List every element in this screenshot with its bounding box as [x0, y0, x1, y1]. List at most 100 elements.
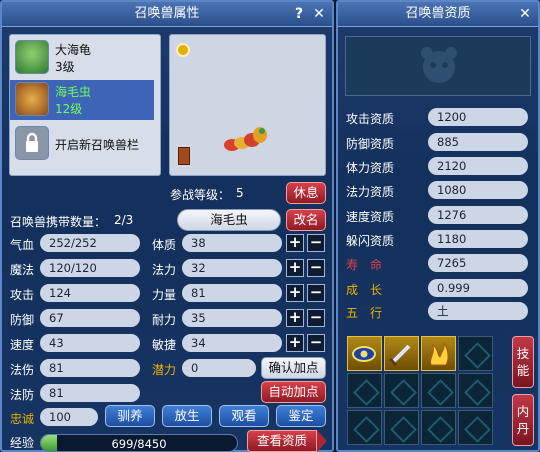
- aptitude-label-atk: 攻击资质: [346, 112, 395, 126]
- str-value: 81: [182, 284, 282, 302]
- skills-tab-button[interactable]: 技能: [512, 336, 534, 388]
- pet-list: 大海龟 3级 海毛虫 12级 开启新召唤兽栏: [9, 34, 161, 176]
- pet-list-item-turtle[interactable]: 大海龟 3级: [13, 38, 151, 78]
- inner-dan-tab-label: 内丹: [516, 404, 530, 436]
- pet-name: 大海龟: [55, 43, 92, 57]
- atk-value: 124: [40, 284, 140, 302]
- str-minus-button[interactable]: −: [307, 284, 325, 302]
- help-icon[interactable]: ?: [290, 5, 308, 23]
- con-label: 体质: [152, 238, 177, 252]
- pet-level: 3级: [55, 60, 75, 74]
- pet-level: 12级: [55, 102, 83, 116]
- growth-value: 0.999: [428, 279, 528, 297]
- exp-value: 699/8450: [111, 437, 167, 451]
- aptitude-label-spd: 速度资质: [346, 210, 395, 224]
- release-button[interactable]: 放生: [162, 405, 212, 427]
- aptitude-label-dodge: 躲闪资质: [346, 234, 395, 248]
- sword-skill-icon[interactable]: [384, 336, 419, 371]
- inner-dan-tab-button[interactable]: 内丹: [512, 394, 534, 446]
- close-icon[interactable]: ✕: [310, 5, 328, 23]
- mag-minus-button[interactable]: −: [307, 259, 325, 277]
- skill-slot[interactable]: [458, 410, 493, 445]
- con-minus-button[interactable]: −: [307, 234, 325, 252]
- window-title: 召唤兽属性: [134, 6, 200, 21]
- aptitude-value-hp: 2120: [428, 157, 528, 175]
- skill-slot[interactable]: [347, 373, 382, 408]
- end-plus-button[interactable]: +: [286, 309, 304, 327]
- end-minus-button[interactable]: −: [307, 309, 325, 327]
- pet-portrait-panel: [345, 36, 531, 96]
- unlock-pet-slot[interactable]: 开启新召唤兽栏: [13, 124, 151, 164]
- close-icon[interactable]: ✕: [516, 5, 534, 23]
- tame-button[interactable]: 驯养: [105, 405, 155, 427]
- lifespan-value: 7265: [428, 254, 528, 272]
- confirm-points-button[interactable]: 确认加点: [261, 357, 326, 379]
- title-bar[interactable]: 召唤兽属性 ? ✕: [2, 2, 332, 27]
- skills-tab-label: 技能: [516, 346, 530, 378]
- flame-skill-icon[interactable]: [421, 336, 456, 371]
- skill-slot[interactable]: [421, 373, 456, 408]
- spd-value: 43: [40, 334, 140, 352]
- book-icon: [178, 147, 190, 165]
- rename-button[interactable]: 改名: [286, 209, 326, 231]
- aptitude-value-atk: 1200: [428, 108, 528, 126]
- unlock-label: 开启新召唤兽栏: [55, 138, 140, 152]
- skill-slot[interactable]: [384, 373, 419, 408]
- def-value: 67: [40, 309, 140, 327]
- agi-label: 敏捷: [152, 338, 177, 352]
- rest-button[interactable]: 休息: [286, 182, 326, 204]
- str-plus-button[interactable]: +: [286, 284, 304, 302]
- pet-name-field[interactable]: 海毛虫: [177, 209, 281, 231]
- con-plus-button[interactable]: +: [286, 234, 304, 252]
- pet-list-item-caterpillar[interactable]: 海毛虫 12级: [10, 80, 154, 120]
- hp-label: 气血: [10, 238, 35, 252]
- exp-bar: 699/8450: [40, 434, 238, 452]
- skill-slot[interactable]: [458, 336, 493, 371]
- pet-aptitude-window: 召唤兽资质 ✕ 攻击资质 1200 防御资质 885 体力资质 2120 法力资…: [336, 0, 540, 452]
- skill-slot[interactable]: [421, 410, 456, 445]
- window-title: 召唤兽资质: [405, 6, 471, 21]
- exp-label: 经验: [10, 436, 35, 450]
- eye-skill-icon[interactable]: [347, 336, 382, 371]
- mdmg-value: 81: [40, 359, 140, 377]
- carry-value: 2/3: [114, 213, 134, 227]
- agi-minus-button[interactable]: −: [307, 334, 325, 352]
- auto-points-button[interactable]: 自动加点: [261, 381, 326, 403]
- mp-value: 120/120: [40, 259, 140, 277]
- mag-label: 法力: [152, 263, 177, 277]
- rotate-icon[interactable]: [176, 43, 190, 57]
- end-value: 35: [182, 309, 282, 327]
- caterpillar-model-icon: [224, 127, 267, 151]
- con-value: 38: [182, 234, 282, 252]
- view-aptitude-button[interactable]: 查看资质: [247, 430, 317, 452]
- pet-name: 海毛虫: [55, 85, 92, 99]
- exp-bar-fill: [41, 435, 58, 451]
- panda-silhouette-icon: [421, 47, 457, 83]
- aptitude-label-mag: 法力资质: [346, 185, 395, 199]
- pet-attributes-window: 召唤兽属性 ? ✕ 大海龟 3级 海毛虫 12级 开启新召唤兽栏 参战等级： 5: [0, 0, 334, 452]
- def-label: 防御: [10, 313, 35, 327]
- mag-plus-button[interactable]: +: [286, 259, 304, 277]
- caterpillar-avatar-icon: [15, 82, 49, 116]
- mp-label: 魔法: [10, 263, 35, 277]
- pet-preview: [169, 34, 326, 176]
- element-label: 五 行: [346, 306, 383, 320]
- loyalty-label: 忠诚: [10, 412, 35, 426]
- growth-label: 成 长: [346, 283, 383, 297]
- skill-slot[interactable]: [384, 410, 419, 445]
- carry-label: 召唤兽携带数量：: [10, 215, 107, 229]
- skill-slot[interactable]: [347, 410, 382, 445]
- battle-level-label: 参战等级：: [170, 188, 231, 202]
- arrow-right-icon: [317, 430, 327, 452]
- watch-button[interactable]: 观看: [219, 405, 269, 427]
- appraise-button[interactable]: 鉴定: [276, 405, 326, 427]
- loyalty-value: 100: [40, 408, 98, 426]
- agi-plus-button[interactable]: +: [286, 334, 304, 352]
- agi-value: 34: [182, 334, 282, 352]
- skill-slot[interactable]: [458, 373, 493, 408]
- mdef-label: 法防: [10, 388, 35, 402]
- aptitude-value-mag: 1080: [428, 181, 528, 199]
- mdmg-label: 法伤: [10, 363, 35, 377]
- title-bar[interactable]: 召唤兽资质 ✕: [338, 2, 538, 27]
- aptitude-value-def: 885: [428, 133, 528, 151]
